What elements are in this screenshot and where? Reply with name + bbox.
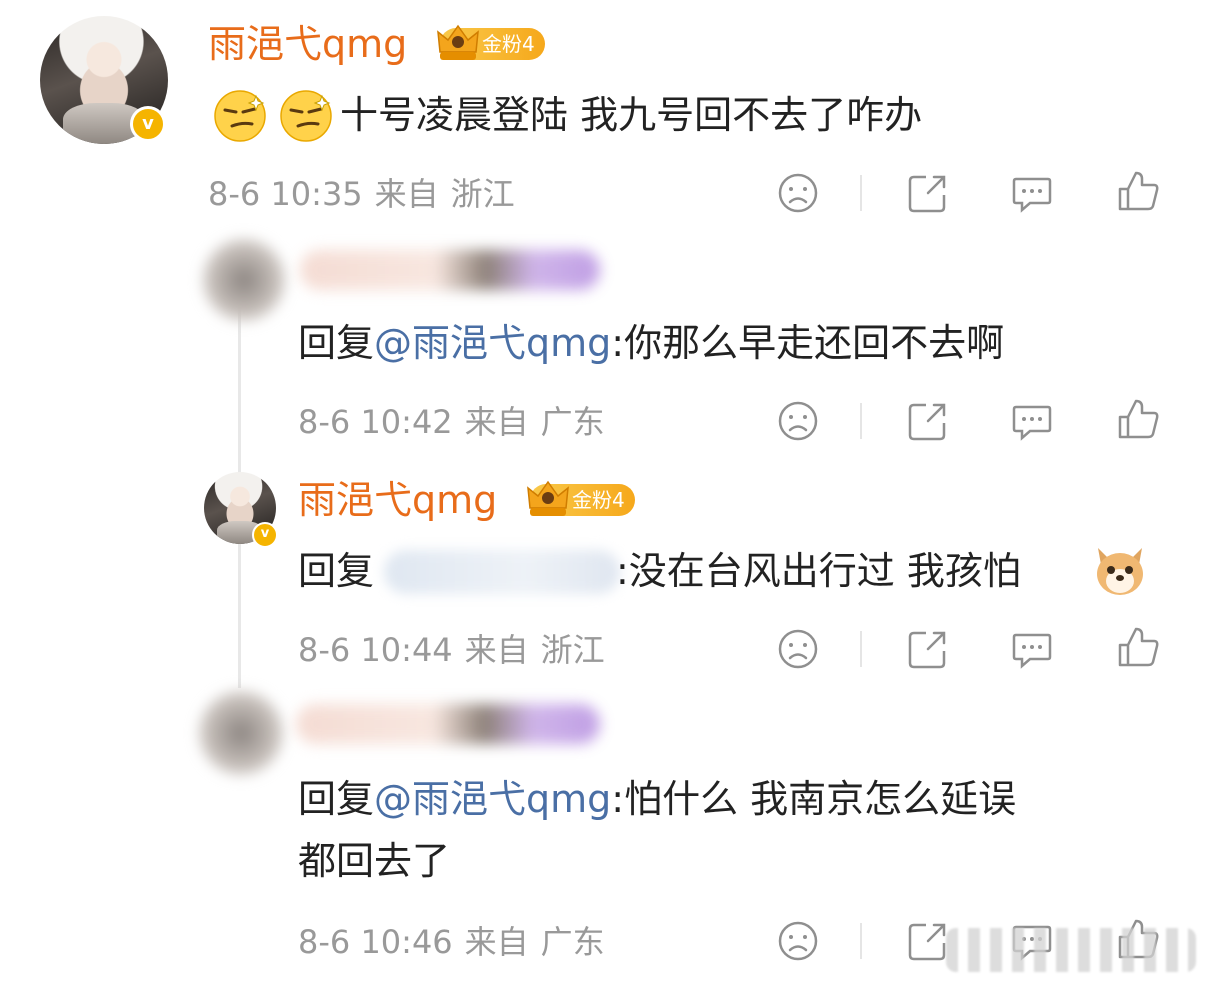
comment-text: 十号凌晨登陆 我九号回不去了咋办: [340, 93, 923, 137]
share-icon[interactable]: [906, 919, 950, 963]
verified-icon: v: [252, 522, 278, 548]
mention-link[interactable]: @雨浥弋qmg: [374, 777, 611, 821]
comment-from: 来自: [374, 175, 439, 213]
comment-meta: 8-6 10:44 来自 浙江: [298, 630, 617, 670]
reply-text: 回复@雨浥弋qmg:怕什么 我南京怎么延误: [298, 776, 1016, 822]
reply-prefix: 回复: [298, 549, 375, 593]
dog-emoji: [1097, 548, 1143, 595]
comment-date: 8-6 10:35: [208, 175, 363, 213]
share-icon[interactable]: [906, 399, 950, 443]
reply-body: :没在台风出行过 我孩怕: [616, 549, 1021, 593]
comment-location: 浙江: [540, 631, 605, 669]
divider: [860, 175, 862, 211]
fan-badge-label: 金粉4: [572, 488, 625, 512]
verified-icon: v: [130, 106, 166, 142]
comment-meta: 8-6 10:42 来自 广东: [298, 402, 617, 442]
crown-icon: [437, 24, 479, 60]
username[interactable]: [300, 250, 600, 290]
comment-icon[interactable]: [1010, 627, 1054, 671]
reply-text-line2: 都回去了: [298, 839, 451, 883]
share-icon[interactable]: [906, 171, 950, 215]
fan-badge[interactable]: 金粉4: [437, 24, 545, 60]
comment-from: 来自: [464, 403, 529, 441]
comment-meta: 8-6 10:35 来自 浙江: [208, 174, 527, 214]
comment-from: 来自: [464, 631, 529, 669]
comment-location: 浙江: [450, 175, 515, 213]
smirk-emoji: [280, 90, 332, 142]
comment-date: 8-6 10:44: [298, 631, 453, 669]
like-icon[interactable]: [1116, 397, 1160, 441]
comment-icon[interactable]: [1010, 399, 1054, 443]
comment-from: 来自: [464, 923, 529, 961]
comment-location: 广东: [540, 923, 605, 961]
divider: [860, 923, 862, 959]
divider: [860, 403, 862, 439]
avatar[interactable]: [200, 236, 288, 324]
username[interactable]: 雨浥弋qmg: [298, 478, 497, 522]
mention-link[interactable]: [384, 550, 620, 594]
comment-meta: 8-6 10:46 来自 广东: [298, 922, 617, 962]
reply-body: :怕什么 我南京怎么延误: [611, 777, 1017, 821]
comment-location: 广东: [540, 403, 605, 441]
reply-body: :你那么早走还回不去啊: [611, 321, 1005, 365]
reply-prefix: 回复: [298, 777, 375, 821]
fan-badge[interactable]: 金粉4: [527, 480, 635, 516]
comment-icon[interactable]: [1010, 171, 1054, 215]
dislike-icon[interactable]: [776, 627, 820, 671]
dislike-icon[interactable]: [776, 919, 820, 963]
reply-prefix: 回复: [298, 321, 375, 365]
crown-icon: [527, 480, 569, 516]
watermark: [946, 928, 1196, 972]
like-icon[interactable]: [1116, 625, 1160, 669]
comment-date: 8-6 10:42: [298, 403, 453, 441]
username[interactable]: [296, 704, 600, 744]
like-icon[interactable]: [1116, 169, 1160, 213]
mention-link[interactable]: @雨浥弋qmg: [374, 321, 611, 365]
dislike-icon[interactable]: [776, 399, 820, 443]
share-icon[interactable]: [906, 627, 950, 671]
username[interactable]: 雨浥弋qmg: [208, 22, 407, 66]
dislike-icon[interactable]: [776, 171, 820, 215]
comment-date: 8-6 10:46: [298, 923, 453, 961]
divider: [860, 631, 862, 667]
smirk-emoji: [214, 90, 266, 142]
avatar[interactable]: [196, 688, 286, 778]
fan-badge-label: 金粉4: [482, 32, 535, 56]
reply-text: 回复@雨浥弋qmg:你那么早走还回不去啊: [298, 320, 1004, 366]
